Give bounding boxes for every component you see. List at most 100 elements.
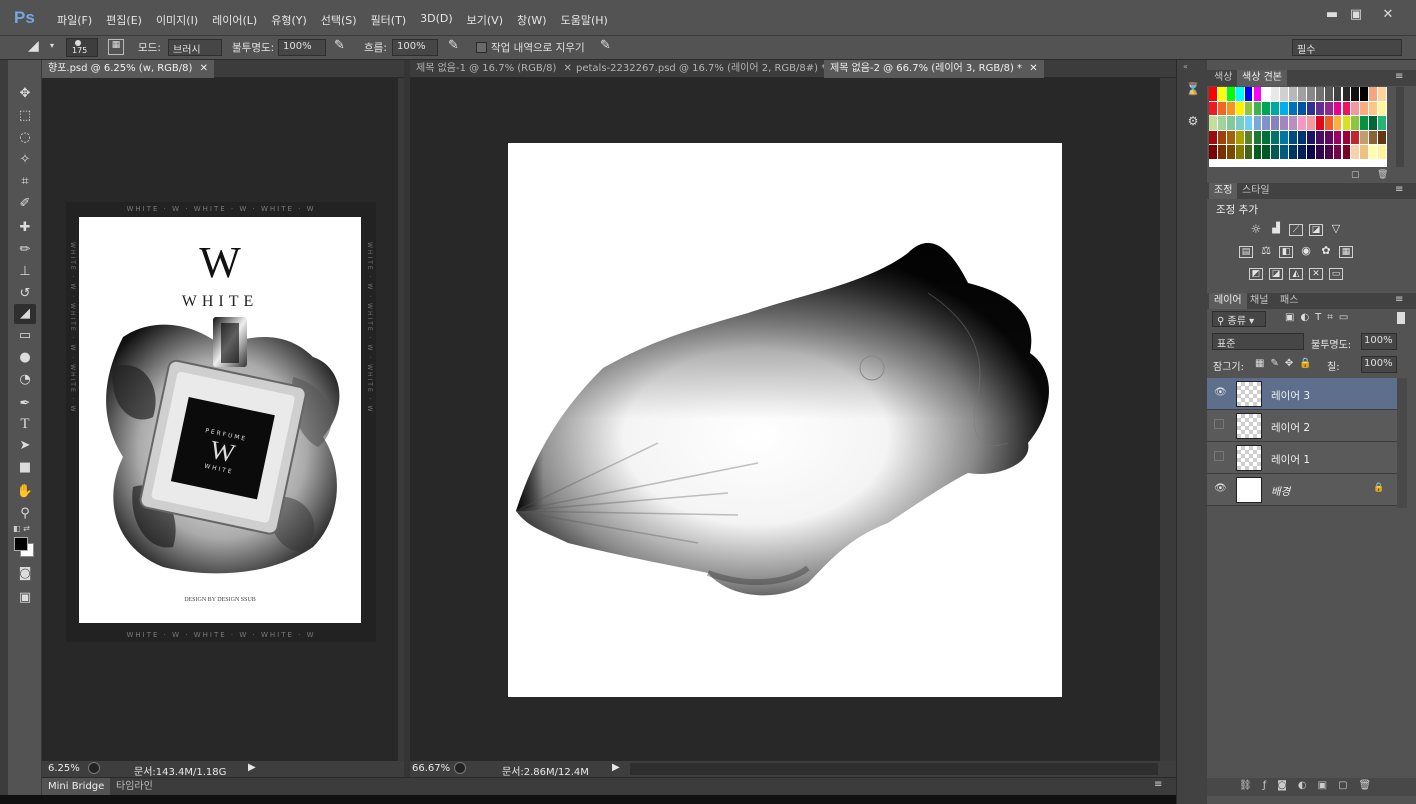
- color-swatch[interactable]: [1209, 130, 1217, 145]
- color-swatch[interactable]: [1378, 130, 1386, 145]
- adjustments-panel-menu-icon[interactable]: ≡: [1395, 184, 1403, 195]
- color-swatch[interactable]: [1333, 116, 1342, 130]
- color-swatch[interactable]: [1298, 130, 1306, 145]
- color-swatch[interactable]: [1217, 116, 1226, 130]
- layer-row[interactable]: 👁 레이어 3: [1207, 378, 1397, 410]
- doc1-canvas-area[interactable]: WHITE · W · WHITE · W · WHITE · W WHITE …: [42, 78, 398, 761]
- color-swatch[interactable]: [1333, 101, 1342, 116]
- color-swatch[interactable]: [1324, 101, 1333, 116]
- eraser-preset-icon[interactable]: ◢: [28, 38, 39, 54]
- color-swatch[interactable]: [1209, 101, 1217, 116]
- color-swatch[interactable]: [1315, 101, 1324, 116]
- color-swatch[interactable]: [1298, 116, 1306, 130]
- lasso-tool-icon[interactable]: ◌: [14, 128, 36, 148]
- close-button[interactable]: ✕: [1376, 6, 1400, 24]
- color-swatch[interactable]: [1360, 116, 1369, 130]
- color-swatch[interactable]: [1369, 145, 1378, 159]
- visibility-eye-icon[interactable]: 👁: [1214, 387, 1227, 399]
- menu-layer[interactable]: 레이어(L): [205, 12, 264, 28]
- flow-input[interactable]: 100%: [392, 39, 438, 56]
- color-swatch[interactable]: [1253, 116, 1262, 130]
- close-tab-icon[interactable]: ✕: [1029, 63, 1037, 74]
- swatches-grid[interactable]: [1209, 87, 1387, 167]
- menu-edit[interactable]: 편집(E): [99, 12, 149, 28]
- doc2-canvas-area[interactable]: [410, 78, 1160, 761]
- gradient-tool-icon[interactable]: ▭: [14, 326, 36, 346]
- color-swatch[interactable]: [1306, 87, 1315, 101]
- color-swatch[interactable]: [1378, 145, 1386, 159]
- color-swatch[interactable]: [1262, 130, 1271, 145]
- color-swatch[interactable]: [1280, 87, 1289, 101]
- move-tool-icon[interactable]: ✥: [14, 84, 36, 104]
- color-swatch[interactable]: [1262, 145, 1271, 159]
- color-swatch[interactable]: [1280, 116, 1289, 130]
- tab-color[interactable]: 색상: [1209, 70, 1237, 86]
- color-swatch[interactable]: [1244, 130, 1253, 145]
- color-swatch[interactable]: [1333, 145, 1342, 159]
- color-swatch[interactable]: [1226, 116, 1235, 130]
- doc2-vertical-scrollbar[interactable]: [1160, 78, 1176, 761]
- pen-tool-icon[interactable]: ✒: [14, 394, 36, 414]
- color-swatch[interactable]: [1244, 145, 1253, 159]
- eyedropper-tool-icon[interactable]: ✐: [14, 194, 36, 214]
- color-swatch[interactable]: [1217, 87, 1226, 101]
- exposure-icon[interactable]: ◪: [1309, 224, 1323, 236]
- color-swatch[interactable]: [1360, 101, 1369, 116]
- color-swatch[interactable]: [1315, 145, 1324, 159]
- eraser-tool-icon[interactable]: ◢: [14, 304, 36, 324]
- tab-mini-bridge[interactable]: Mini Bridge: [42, 778, 111, 795]
- workspace-select[interactable]: 필수: [1292, 39, 1402, 56]
- color-lookup-icon[interactable]: ▦: [1339, 246, 1353, 258]
- foreground-color-swatch[interactable]: [14, 537, 28, 551]
- color-swatch[interactable]: [1360, 145, 1369, 159]
- black-white-icon[interactable]: ◧: [1279, 246, 1293, 258]
- selective-color-icon[interactable]: ✕: [1309, 268, 1323, 280]
- layers-scrollbar[interactable]: [1397, 378, 1407, 508]
- color-swatch[interactable]: [1226, 130, 1235, 145]
- color-swatch[interactable]: [1333, 87, 1342, 101]
- mode-select[interactable]: 브러시: [168, 39, 222, 56]
- color-swatch[interactable]: [1289, 145, 1297, 159]
- color-swatch[interactable]: [1342, 101, 1351, 116]
- zoom-tool-icon[interactable]: ⚲: [14, 504, 36, 524]
- erase-history-checkbox[interactable]: 작업 내역으로 지우기: [476, 40, 585, 55]
- color-swatch[interactable]: [1271, 87, 1280, 101]
- quick-mask-icon[interactable]: ◙: [14, 564, 36, 584]
- menu-filter[interactable]: 필터(T): [364, 12, 414, 28]
- color-swatch[interactable]: [1217, 130, 1226, 145]
- tab-untitled-1[interactable]: 제목 없음-1 @ 16.7% (RGB/8) ✕: [410, 60, 578, 78]
- color-swatch[interactable]: [1378, 116, 1386, 130]
- color-swatch[interactable]: [1253, 145, 1262, 159]
- blend-mode-select[interactable]: 표준: [1212, 333, 1304, 350]
- color-swatch[interactable]: [1378, 87, 1386, 101]
- color-swatch[interactable]: [1235, 145, 1244, 159]
- menu-window[interactable]: 창(W): [510, 12, 554, 28]
- layer-filter-icons[interactable]: ▣◐T⌗▭: [1285, 312, 1354, 323]
- menu-help[interactable]: 도움말(H): [554, 12, 615, 28]
- doc1-info-icon[interactable]: [88, 762, 100, 774]
- color-swatch[interactable]: [1217, 145, 1226, 159]
- color-swatch[interactable]: [1289, 130, 1297, 145]
- color-swatch[interactable]: [1280, 101, 1289, 116]
- menu-select[interactable]: 선택(S): [314, 12, 364, 28]
- color-swatch[interactable]: [1253, 130, 1262, 145]
- maximize-button[interactable]: ▣: [1344, 6, 1368, 24]
- swatches-scrollbar[interactable]: [1396, 87, 1404, 167]
- color-swatch[interactable]: [1324, 87, 1333, 101]
- marquee-tool-icon[interactable]: ⬚: [14, 106, 36, 126]
- color-swatch[interactable]: [1342, 145, 1351, 159]
- menu-3d[interactable]: 3D(D): [413, 12, 460, 28]
- color-swatch[interactable]: [1262, 116, 1271, 130]
- layer-row[interactable]: 👁 배경 🔒: [1207, 474, 1397, 506]
- color-swatch[interactable]: [1253, 87, 1262, 101]
- color-swatch[interactable]: [1253, 101, 1262, 116]
- lock-icons[interactable]: ▦✎✥🔒: [1255, 358, 1318, 369]
- color-swatch[interactable]: [1306, 145, 1315, 159]
- color-swatch[interactable]: [1351, 87, 1360, 101]
- tab-timeline[interactable]: 타임라인: [110, 778, 159, 795]
- color-swatch[interactable]: [1209, 145, 1217, 159]
- color-swatch[interactable]: [1342, 130, 1351, 145]
- visibility-off-box[interactable]: [1214, 451, 1224, 461]
- color-swatch[interactable]: [1209, 116, 1217, 130]
- tab-petals[interactable]: petals-2232267.psd @ 16.7% (레이어 2, RGB/8…: [570, 60, 848, 78]
